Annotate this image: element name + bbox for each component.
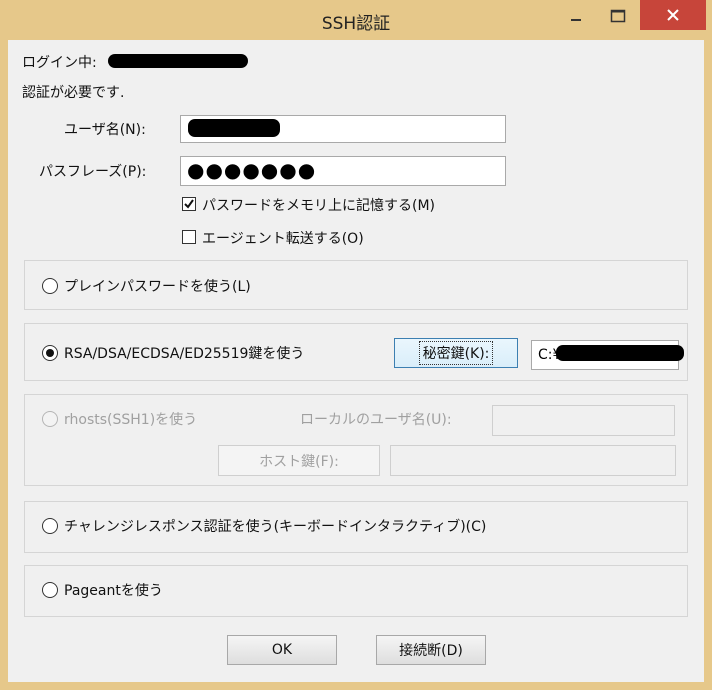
redacted-username: [188, 119, 280, 137]
ssh-auth-window: SSH認証 ログイン中: 認証が必要です. ユーザ名(N): パスフレーズ(P)…: [0, 0, 712, 690]
passphrase-input[interactable]: ●●●●●●●: [180, 156, 506, 186]
challenge-response-radio[interactable]: [42, 518, 58, 534]
rsa-key-radio[interactable]: [42, 345, 58, 361]
maximize-button[interactable]: [598, 2, 638, 30]
pageant-label[interactable]: Pageantを使う: [64, 580, 163, 600]
minimize-icon: [571, 19, 581, 21]
ok-button[interactable]: OK: [227, 635, 337, 665]
title-bar[interactable]: SSH認証: [0, 0, 712, 40]
local-user-label: ローカルのユーザ名(U):: [300, 412, 452, 428]
disconnect-button[interactable]: 接続断(D): [376, 635, 486, 665]
login-prefix: ログイン中:: [22, 55, 97, 71]
host-key-button[interactable]: ホスト鍵(F):: [218, 445, 380, 476]
remember-password-label[interactable]: パスワードをメモリ上に記憶する(M): [202, 195, 435, 215]
username-label: ユーザ名(N):: [64, 122, 146, 138]
challenge-response-label[interactable]: チャレンジレスポンス認証を使う(キーボードインタラクティブ)(C): [64, 516, 486, 536]
pageant-radio[interactable]: [42, 582, 58, 598]
rhosts-label[interactable]: rhosts(SSH1)を使う: [64, 409, 197, 429]
local-user-input[interactable]: [492, 405, 675, 436]
rhosts-radio[interactable]: [42, 411, 58, 427]
maximize-icon: [610, 9, 626, 23]
close-button[interactable]: [640, 0, 706, 30]
auth-required-text: 認証が必要です.: [22, 85, 125, 101]
host-key-input[interactable]: [390, 445, 676, 476]
plain-password-radio[interactable]: [42, 278, 58, 294]
close-icon: [667, 9, 679, 21]
redacted-key-path: [556, 345, 684, 361]
agent-forward-checkbox[interactable]: [182, 230, 196, 244]
minimize-button[interactable]: [556, 2, 596, 30]
private-key-button[interactable]: 秘密鍵(K):: [394, 338, 518, 368]
passphrase-mask: ●●●●●●●: [187, 158, 317, 182]
redacted-hostname: [108, 54, 248, 68]
remember-password-checkbox[interactable]: [182, 197, 196, 211]
agent-forward-label[interactable]: エージェント転送する(O): [202, 228, 364, 248]
rsa-key-label[interactable]: RSA/DSA/ECDSA/ED25519鍵を使う: [64, 343, 304, 363]
dialog-client-area: ログイン中: 認証が必要です. ユーザ名(N): パスフレーズ(P): ●●●●…: [8, 40, 704, 682]
checkmark-icon: [184, 199, 194, 209]
plain-password-label[interactable]: プレインパスワードを使う(L): [64, 276, 251, 296]
passphrase-label: パスフレーズ(P):: [39, 164, 147, 180]
login-status: ログイン中:: [22, 52, 97, 72]
radio-selected-dot: [46, 349, 54, 357]
window-bottom-border: [0, 682, 712, 690]
